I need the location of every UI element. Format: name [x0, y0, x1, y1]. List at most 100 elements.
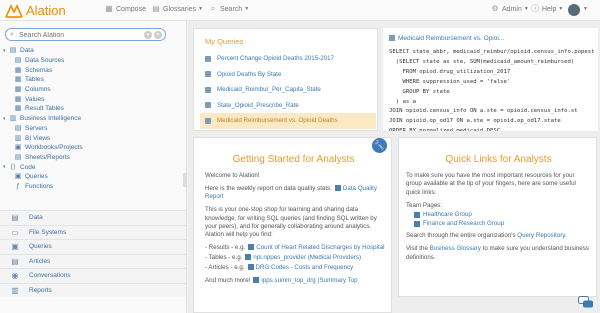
query-icon [205, 55, 211, 62]
intro-text: This is your one-stop shop for learning … [205, 206, 377, 239]
my-query-item[interactable]: State_Opioid_Prescribe_Rate [200, 98, 376, 114]
sidebar-tree-item-label: BI Views [25, 134, 51, 142]
chevron-down-icon: ▼ [523, 6, 529, 12]
sidebar-tree-item[interactable]: ▥ BI Views [3, 133, 183, 143]
wrench-icon[interactable]: 🔧 [372, 138, 387, 153]
sidebar-tree-item[interactable]: ▤ Servers [3, 124, 183, 134]
article-icon [414, 220, 420, 227]
my-queries-panel: My Queries Percent Change Opioid Deaths … [193, 28, 378, 131]
sidebar-section-label: Queries [29, 243, 52, 251]
query-icon [205, 71, 211, 78]
sidebar-section[interactable]: ▭ File Systems [0, 224, 186, 239]
my-query-item[interactable]: Opioid Deaths By State [200, 67, 376, 83]
sidebar-collapse-handle[interactable] [183, 173, 187, 187]
sidebar-tree-item[interactable]: ▾ ▤ Data [3, 46, 183, 56]
my-query-item[interactable]: Medicaid Reimbursement vs. Opioid Deaths [200, 113, 376, 129]
hard-drive-icon: ▭ [11, 227, 19, 237]
glossary-text: Visit the Business Glossary to make sure… [406, 245, 592, 262]
more-prefix: And much more! [205, 277, 251, 285]
quick-links-body: To make sure you have the most important… [406, 172, 592, 267]
query-repository-link[interactable]: Query Repository [517, 232, 565, 239]
sidebar-search-input[interactable] [19, 30, 139, 40]
article-icon [334, 184, 341, 191]
sidebar-section-label: Reports [29, 286, 52, 294]
alation-logo-icon [5, 3, 23, 18]
summ-top-drg-link[interactable]: ipps.summ_top_drg (Summary Top [261, 277, 357, 284]
sidebar-tree-item[interactable]: ▤ Sheets/Reports [3, 153, 183, 163]
compose-nav-link[interactable]: ▦ Compose [105, 5, 146, 13]
alation-logo[interactable]: Alation [5, 2, 66, 19]
gear-icon: ⚙ [491, 4, 499, 13]
sidebar-tree-item-label: Servers [25, 124, 48, 132]
team-pages-label: Team Pages: [406, 201, 443, 209]
drg-codes-link[interactable]: DRG Codes - Costs and Frequency [256, 264, 354, 271]
sidebar-tree-item[interactable]: ƒ Functions [3, 182, 183, 192]
my-query-label: Medicaid_Reimbur_Per_Capita_State [217, 86, 321, 94]
user-avatar[interactable] [568, 4, 580, 16]
sidebar-tree-item[interactable]: ▾ ▥ Business Intelligence [3, 114, 183, 124]
search-nav-menu[interactable]: ⌕ Search ▼ [209, 5, 249, 13]
articles-example: - Articles - e.g. DRG Codes - Costs and F… [205, 264, 385, 272]
admin-nav-menu[interactable]: ⚙ Admin ▼ [491, 4, 529, 13]
sidebar-tree-item[interactable]: ▣ Workbooks/Projects [3, 143, 183, 153]
weekly-report-prefix: Here is the weekly report on data qualit… [205, 184, 332, 192]
sidebar-section-label: File Systems [29, 228, 67, 236]
nppes-provider-link[interactable]: npi.nppes_provider (Medical Providers) [253, 254, 361, 261]
table-icon [245, 254, 252, 261]
sidebar-search: ⌕ ● ✕ [5, 28, 166, 41]
chat-icon[interactable] [578, 296, 594, 309]
sidebar-tree-item-label: Data [20, 47, 34, 55]
table-icon: ▦ [14, 105, 22, 113]
database-icon: ▤ [9, 47, 17, 55]
table-icon [253, 277, 260, 284]
clear-search-icon[interactable]: ✕ [154, 31, 162, 39]
sidebar-tree-item-label: Sheets/Reports [25, 153, 70, 161]
sidebar-tree-item[interactable]: ▣ Queries [3, 172, 183, 182]
grid-icon: ▦ [14, 86, 22, 94]
my-queries-list: Percent Change Opioid Deaths 2015-2017 Op… [200, 51, 376, 129]
articles-prefix: - Articles - e.g. [205, 264, 245, 272]
tables-prefix: - Tables - e.g. [205, 254, 243, 262]
search-options-icon[interactable]: ● [144, 31, 152, 39]
my-query-label: Percent Change Opioid Deaths 2015-2017 [217, 55, 334, 63]
search-icon: ⌕ [210, 4, 216, 13]
sidebar-section[interactable]: ▤ Data [0, 210, 186, 225]
query-icon: ▣ [14, 173, 22, 181]
my-query-item[interactable]: Medicaid_Reimbur_Per_Capita_State [200, 82, 376, 98]
sidebar-tree-item[interactable]: ▦ Tables [3, 75, 183, 85]
sidebar-tree-item[interactable]: ▾ ⟨⟩ Code [3, 162, 183, 172]
team-page-item[interactable]: Finance and Research Group [406, 220, 592, 228]
sidebar-tree-item-label: Queries [25, 173, 48, 181]
my-query-item[interactable]: Percent Change Opioid Deaths 2015-2017 [200, 51, 376, 67]
heart-discharges-link[interactable]: Count of Heart Related Discharges by Hos… [256, 244, 384, 251]
healthcare-group-link[interactable]: Healthcare Group [423, 211, 472, 219]
query-preview-panel: Medicaid Reimbursement vs. Opioi... SELE… [383, 28, 598, 131]
sidebar-section[interactable]: ▣ Queries [0, 239, 186, 254]
sidebar-tree-item[interactable]: ▦ Columns [3, 85, 183, 95]
quick-links-intro: To make sure you have the most important… [406, 172, 576, 196]
business-glossary-link[interactable]: Business Glossary [430, 245, 481, 252]
sidebar-section[interactable]: ▤ Articles [0, 253, 186, 268]
sidebar-tree-item-label: Values [25, 95, 45, 103]
help-icon: ⓘ [531, 4, 539, 13]
finance-research-group-link[interactable]: Finance and Research Group [423, 220, 504, 228]
left-sidebar: ⌕ ● ✕ ▾▤Data▤Data Sources▦Schemas▦Tables… [0, 21, 187, 313]
query-icon [205, 117, 211, 124]
sidebar-tree-item[interactable]: ▦ Result Tables [3, 104, 183, 114]
help-nav-menu[interactable]: ⓘ Help ▼ [531, 5, 563, 13]
sidebar-section[interactable]: ◉ Conversations [0, 268, 186, 283]
code-icon: ⟨⟩ [10, 163, 16, 171]
query-preview-title[interactable]: Medicaid Reimbursement vs. Opioi... [389, 35, 504, 42]
sidebar-tree-item[interactable]: ▦ Values [3, 94, 183, 104]
welcome-text: Welcome to Alation! [205, 172, 260, 179]
my-query-label: Medicaid Reimbursement vs. Opioid Deaths [217, 117, 338, 125]
sidebar-tree-item-label: Code [20, 163, 36, 171]
chevron-down-icon[interactable]: ▼ [583, 6, 588, 12]
glossaries-nav-menu[interactable]: ▤ Glossaries ▼ [152, 5, 203, 13]
sidebar-tree-item[interactable]: ▤ Data Sources [3, 56, 183, 66]
sidebar-tree-item-label: Data Sources [25, 57, 65, 65]
team-page-item[interactable]: Healthcare Group [406, 211, 592, 219]
sidebar-section[interactable]: ▥ Reports [0, 282, 186, 297]
document-icon: ▤ [14, 153, 22, 161]
sidebar-tree-item[interactable]: ▦ Schemas [3, 65, 183, 75]
